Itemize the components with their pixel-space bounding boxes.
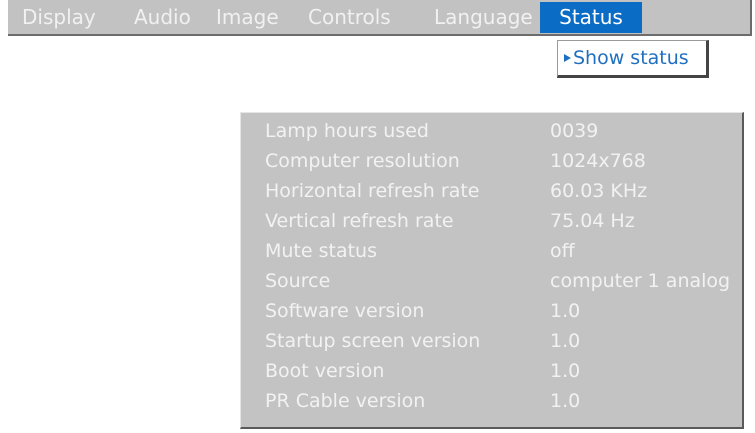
status-label: Horizontal refresh rate xyxy=(265,180,480,202)
status-label: Source xyxy=(265,270,331,292)
menu-audio[interactable]: Audio xyxy=(134,2,191,33)
status-value: off xyxy=(550,240,575,262)
menu-status[interactable]: Status xyxy=(540,2,642,33)
status-submenu: Show status xyxy=(557,40,709,78)
status-row: Computer resolution 1024x768 xyxy=(241,146,742,176)
menu-display[interactable]: Display xyxy=(22,2,96,33)
menu-controls[interactable]: Controls xyxy=(308,2,391,33)
status-label: Boot version xyxy=(265,360,385,382)
status-value: 75.04 Hz xyxy=(550,210,635,232)
status-value: 1.0 xyxy=(550,300,581,322)
osd-screen: Display Audio Image Controls Language St… xyxy=(0,0,755,433)
arrow-right-icon xyxy=(564,54,571,62)
status-row: Source computer 1 analog xyxy=(241,266,742,296)
menu-image[interactable]: Image xyxy=(216,2,279,33)
status-row: Boot version 1.0 xyxy=(241,356,742,386)
show-status-label: Show status xyxy=(573,47,689,69)
status-row: PR Cable version 1.0 xyxy=(241,386,742,416)
status-row: Vertical refresh rate 75.04 Hz xyxy=(241,206,742,236)
status-row: Lamp hours used 0039 xyxy=(241,116,742,146)
status-value: 60.03 KHz xyxy=(550,180,648,202)
status-label: Lamp hours used xyxy=(265,120,429,142)
status-value: 1024x768 xyxy=(550,150,646,172)
status-value: 1.0 xyxy=(550,390,581,412)
status-label: PR Cable version xyxy=(265,390,426,412)
status-value: 1.0 xyxy=(550,330,581,352)
status-value: computer 1 analog xyxy=(550,270,731,292)
status-row: Mute status off xyxy=(241,236,742,266)
status-label: Software version xyxy=(265,300,425,322)
show-status-item[interactable]: Show status xyxy=(564,41,689,76)
status-value: 0039 xyxy=(550,120,599,142)
status-panel: Lamp hours used 0039 Computer resolution… xyxy=(240,112,744,429)
status-value: 1.0 xyxy=(550,360,581,382)
status-label: Vertical refresh rate xyxy=(265,210,454,232)
status-row: Horizontal refresh rate 60.03 KHz xyxy=(241,176,742,206)
menu-language[interactable]: Language xyxy=(434,2,533,33)
status-row: Startup screen version 1.0 xyxy=(241,326,742,356)
status-label: Computer resolution xyxy=(265,150,460,172)
status-row: Software version 1.0 xyxy=(241,296,742,326)
status-label: Startup screen version xyxy=(265,330,481,352)
status-label: Mute status xyxy=(265,240,377,262)
menu-bar: Display Audio Image Controls Language St… xyxy=(8,0,752,36)
